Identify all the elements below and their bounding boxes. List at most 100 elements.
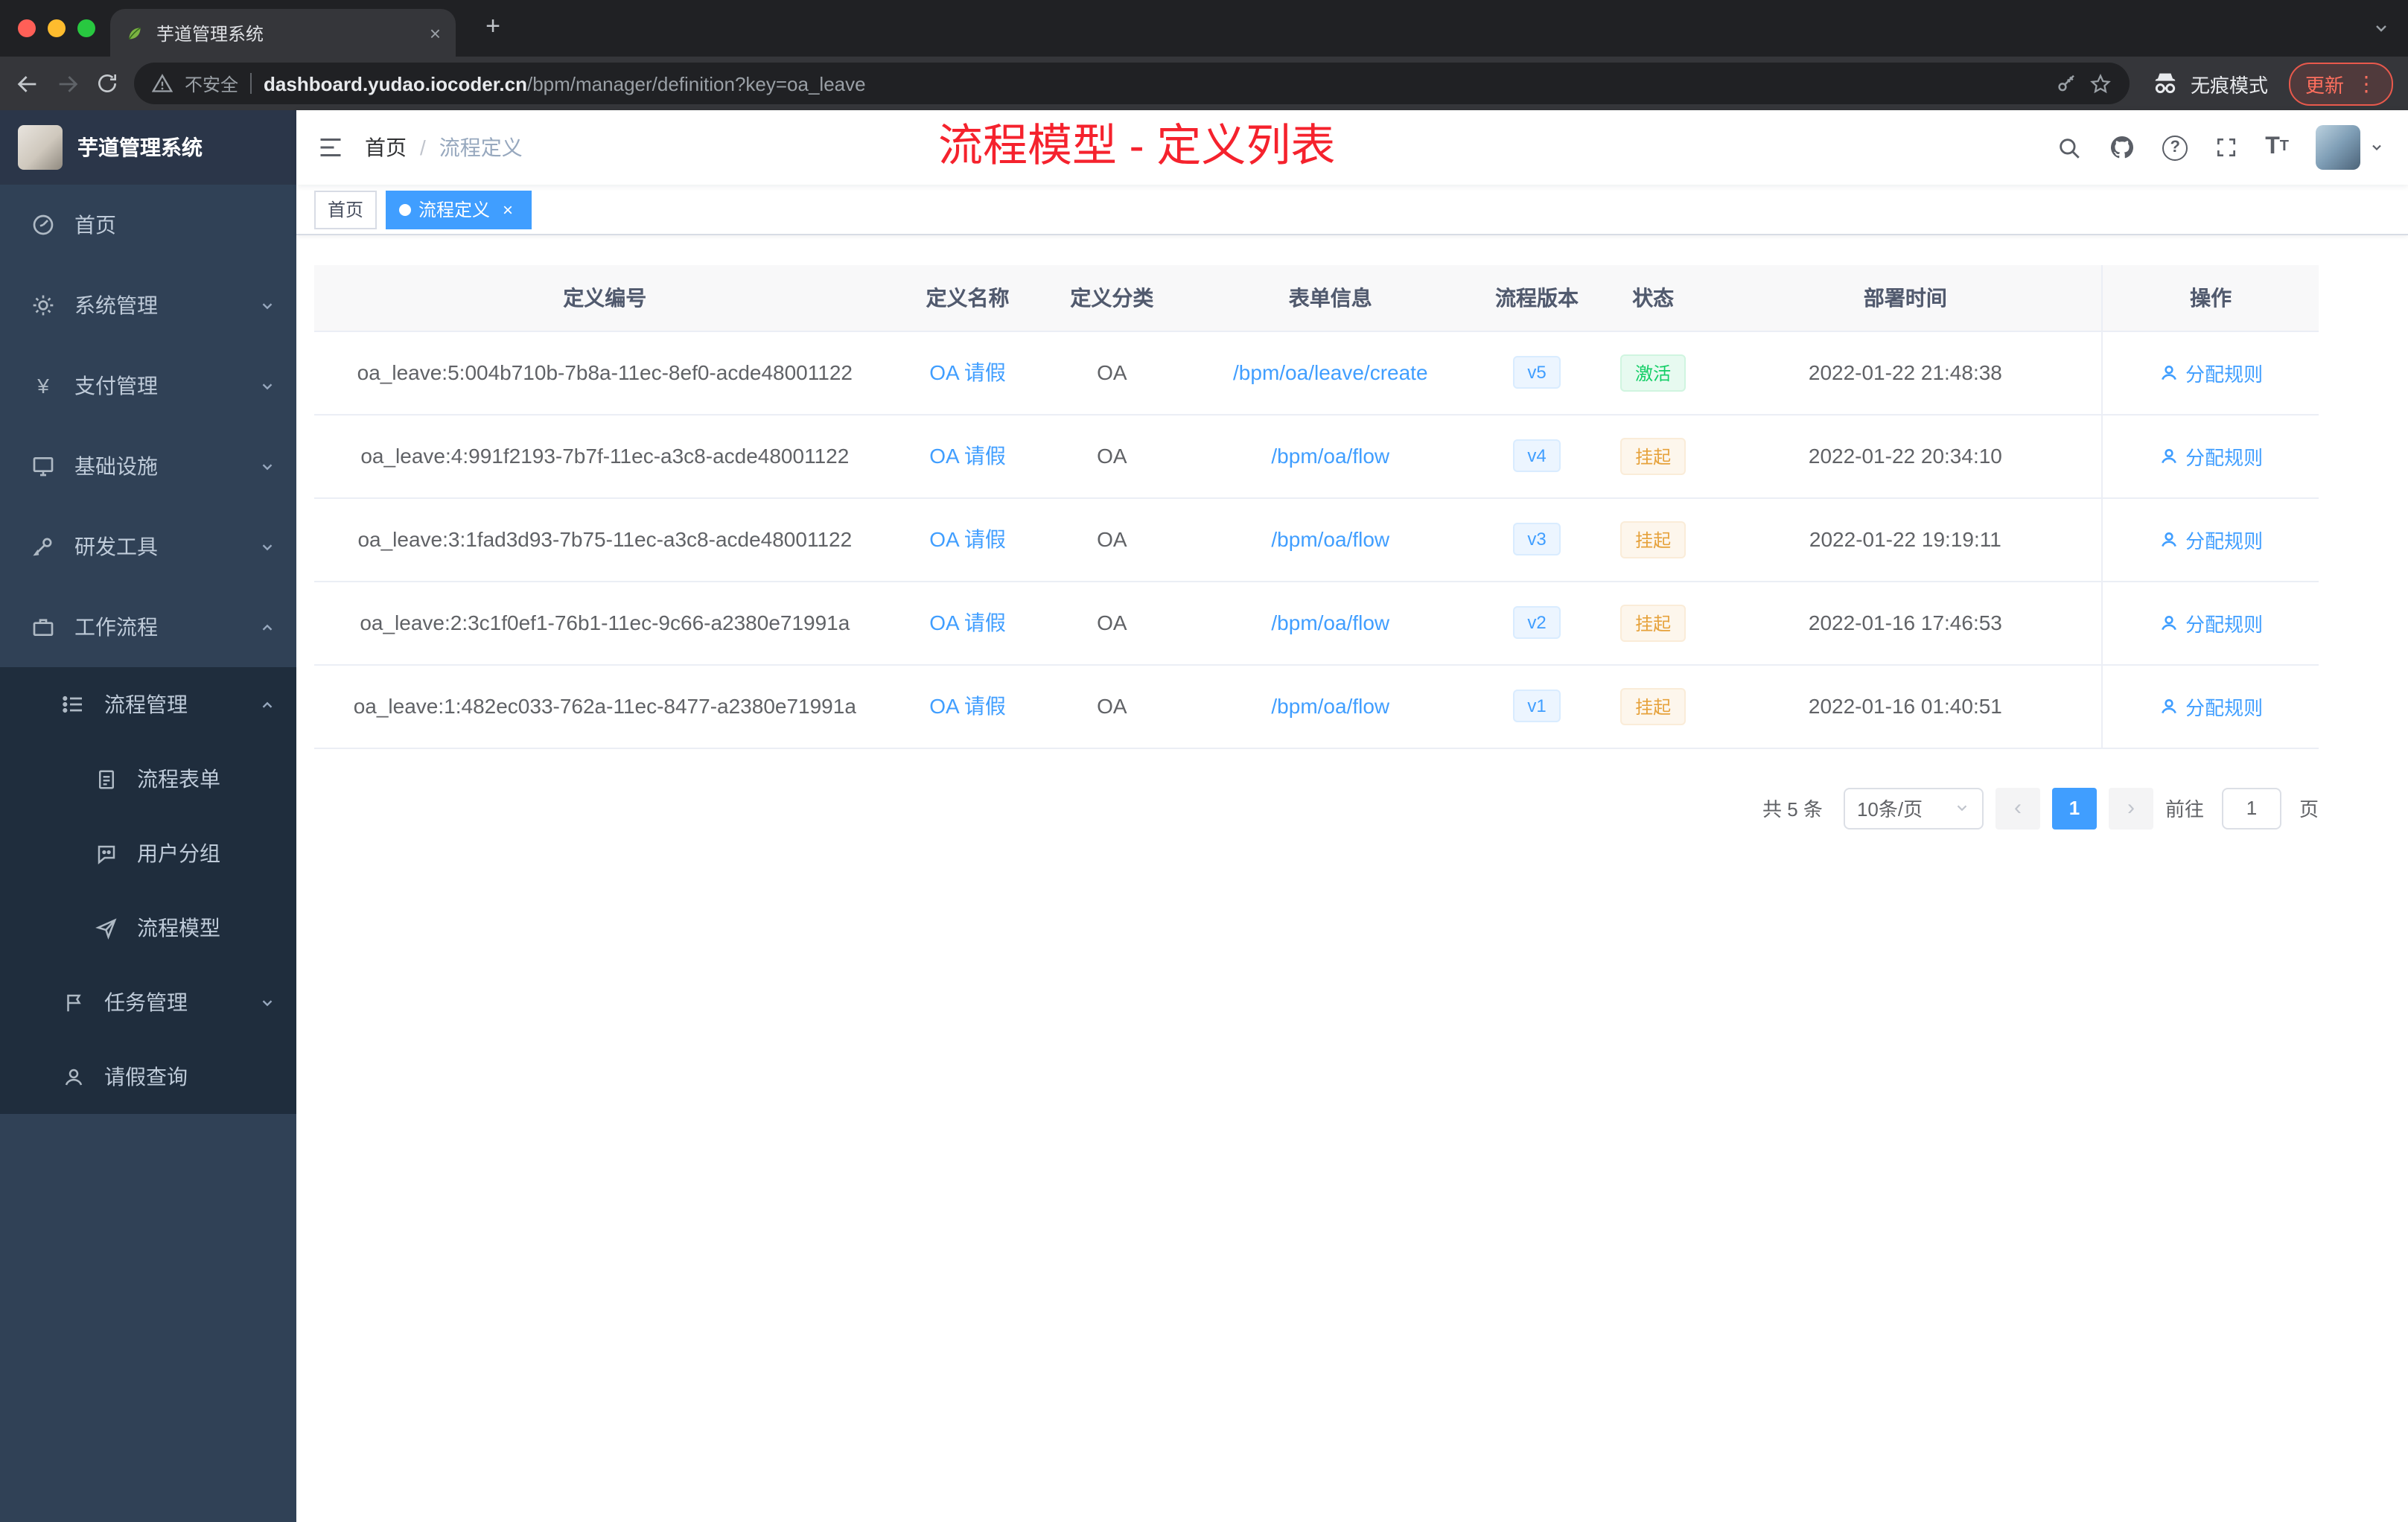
help-icon[interactable]: ? <box>2162 135 2188 160</box>
tag-process-definition[interactable]: 流程定义 × <box>386 190 532 229</box>
browser-toolbar: 不安全 dashboard.yudao.iocoder.cn/bpm/manag… <box>0 57 2408 110</box>
pagination-total: 共 5 条 <box>1762 798 1823 821</box>
window-minimize-button[interactable] <box>48 19 66 37</box>
github-icon[interactable] <box>2109 134 2135 161</box>
cell-category: OA <box>1039 497 1185 582</box>
browser-tab[interactable]: 芋道管理系统 × <box>110 9 456 57</box>
sidebar-item-devtools[interactable]: 研发工具 <box>0 506 296 587</box>
page-number-button[interactable]: 1 <box>2051 787 2097 829</box>
person-icon <box>2161 365 2176 380</box>
cell-deploy-time: 2022-01-22 21:48:38 <box>1709 331 2103 415</box>
page-size-select[interactable]: 10条/页 <box>1843 787 1984 829</box>
cell-definition-id: oa_leave:1:482ec033-762a-11ec-8477-a2380… <box>314 664 896 748</box>
assign-rule-button[interactable]: 分配规则 <box>2159 525 2263 553</box>
tag-home[interactable]: 首页 <box>314 190 378 229</box>
sidebar-item-label: 支付管理 <box>74 374 158 398</box>
sidebar-logo: 芋道管理系统 <box>0 110 296 185</box>
user-menu[interactable] <box>2316 125 2384 170</box>
forward-icon[interactable] <box>55 71 80 96</box>
status-badge: 挂起 <box>1620 604 1686 641</box>
form-link[interactable]: /bpm/oa/flow <box>1271 611 1389 634</box>
browser-menu-icon[interactable]: ⋮ <box>2356 71 2377 96</box>
sidebar-item-label: 用户分组 <box>137 841 220 865</box>
security-label: 不安全 <box>185 74 239 95</box>
status-badge: 挂起 <box>1620 687 1686 725</box>
avatar[interactable] <box>2316 125 2360 170</box>
window-close-button[interactable] <box>18 19 36 37</box>
incognito-badge: 无痕模式 <box>2150 69 2268 98</box>
back-icon[interactable] <box>15 71 40 96</box>
sidebar-item-payment[interactable]: ¥ 支付管理 <box>0 346 296 426</box>
browser-update-button[interactable]: 更新 ⋮ <box>2288 62 2393 105</box>
next-page-button[interactable]: › <box>2108 787 2153 829</box>
tag-close-icon[interactable]: × <box>497 199 518 220</box>
definition-name-link[interactable]: OA 请假 <box>929 444 1006 468</box>
incognito-icon <box>2155 73 2176 94</box>
sidebar-item-workflow[interactable]: 工作流程 <box>0 587 296 667</box>
chevron-up-icon <box>259 619 275 635</box>
main-area: 首页 / 流程定义 流程模型 - 定义列表 ? T T 首页 流程定义 × 定义… <box>296 110 2408 1522</box>
tab-close-icon[interactable]: × <box>430 22 441 44</box>
col-header-id: 定义编号 <box>314 265 896 331</box>
cell-deploy-time: 2022-01-22 19:19:11 <box>1709 497 2103 582</box>
tag-label: 流程定义 <box>418 200 491 220</box>
sidebar-item-process-model[interactable]: 流程模型 <box>0 891 296 965</box>
chevron-down-icon <box>259 458 275 474</box>
screen: 芋道管理系统 × + 不安全 dashboard.yudao.iocoder.c… <box>0 0 2408 1522</box>
sidebar: 芋道管理系统 首页 系统管理 ¥ 支付管理 基础设施 研发工具 工作流程 流程管… <box>0 110 296 1522</box>
sidebar-item-infrastructure[interactable]: 基础设施 <box>0 426 296 506</box>
key-icon[interactable] <box>2055 72 2077 95</box>
window-zoom-button[interactable] <box>77 19 95 37</box>
form-link[interactable]: /bpm/oa/flow <box>1271 527 1389 551</box>
fullscreen-icon[interactable] <box>2214 136 2238 159</box>
form-link[interactable]: /bpm/oa/flow <box>1271 694 1389 718</box>
sidebar-item-system[interactable]: 系统管理 <box>0 265 296 346</box>
cell-definition-id: oa_leave:3:1fad3d93-7b75-11ec-a3c8-acde4… <box>314 497 896 582</box>
search-icon[interactable] <box>2057 135 2082 160</box>
breadcrumb-home[interactable]: 首页 <box>365 133 407 162</box>
prev-page-button[interactable]: ‹ <box>1995 787 2040 829</box>
form-link[interactable]: /bpm/oa/flow <box>1271 444 1389 468</box>
list-icon <box>60 692 86 716</box>
assign-rule-button[interactable]: 分配规则 <box>2159 608 2263 637</box>
sidebar-item-process-form[interactable]: 流程表单 <box>0 742 296 816</box>
col-header-name: 定义名称 <box>895 265 1040 331</box>
goto-page-input[interactable] <box>2221 787 2281 829</box>
font-size-icon[interactable]: TT <box>2265 135 2289 159</box>
url-text: dashboard.yudao.iocoder.cn/bpm/manager/d… <box>264 72 2043 95</box>
form-icon <box>92 768 119 790</box>
definition-table: 定义编号 定义名称 定义分类 表单信息 流程版本 状态 部署时间 操作 oa_l <box>314 265 2319 748</box>
definition-name-link[interactable]: OA 请假 <box>929 360 1006 384</box>
sidebar-item-leave-query[interactable]: 请假查询 <box>0 1039 296 1114</box>
definition-name-link[interactable]: OA 请假 <box>929 527 1006 551</box>
sidebar-item-home[interactable]: 首页 <box>0 185 296 265</box>
page-annotation: 流程模型 - 定义列表 <box>938 122 1336 171</box>
url-path: /bpm/manager/definition?key=oa_leave <box>527 72 866 95</box>
col-header-operation: 操作 <box>2101 265 2319 331</box>
assign-rule-button[interactable]: 分配规则 <box>2159 692 2263 720</box>
bookmark-star-icon[interactable] <box>2089 72 2112 95</box>
address-bar[interactable]: 不安全 dashboard.yudao.iocoder.cn/bpm/manag… <box>134 63 2130 104</box>
assign-rule-button[interactable]: 分配规则 <box>2159 358 2263 386</box>
url-domain: dashboard.yudao.iocoder.cn <box>264 72 527 95</box>
person-icon <box>2161 698 2176 713</box>
sidebar-item-task-management[interactable]: 任务管理 <box>0 965 296 1039</box>
reload-icon[interactable] <box>95 71 119 95</box>
tag-label: 首页 <box>328 200 364 220</box>
cell-category: OA <box>1039 581 1185 665</box>
tab-search-chevron-icon[interactable] <box>2372 19 2390 37</box>
sidebar-item-process-management[interactable]: 流程管理 <box>0 667 296 742</box>
incognito-label: 无痕模式 <box>2190 74 2268 96</box>
new-tab-button[interactable]: + <box>477 12 509 42</box>
version-tag: v5 <box>1512 356 1561 389</box>
sidebar-toggle-icon[interactable] <box>317 134 344 161</box>
cell-category: OA <box>1039 331 1185 415</box>
cell-category: OA <box>1039 414 1185 498</box>
col-header-form: 表单信息 <box>1184 265 1477 331</box>
definition-name-link[interactable]: OA 请假 <box>929 611 1006 634</box>
definition-name-link[interactable]: OA 请假 <box>929 694 1006 718</box>
sidebar-item-label: 研发工具 <box>74 535 158 558</box>
sidebar-item-user-group[interactable]: 用户分组 <box>0 816 296 891</box>
form-link[interactable]: /bpm/oa/leave/create <box>1233 360 1428 384</box>
assign-rule-button[interactable]: 分配规则 <box>2159 442 2263 470</box>
